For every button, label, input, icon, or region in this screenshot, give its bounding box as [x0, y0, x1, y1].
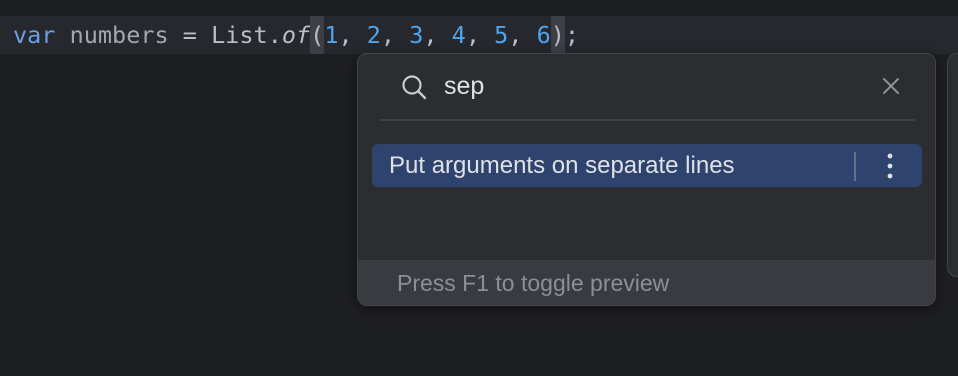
code-arg: 3 [409, 21, 424, 49]
close-icon[interactable] [880, 75, 902, 97]
code-arg-separator: , [465, 21, 495, 49]
action-search-input[interactable] [444, 68, 844, 104]
code-arg: 4 [451, 21, 466, 49]
code-method: of [281, 21, 311, 49]
code-open-paren: ( [310, 16, 325, 54]
code-close-paren: ) [550, 16, 565, 54]
action-label: Put arguments on separate lines [389, 152, 735, 179]
code-arg: 1 [324, 21, 339, 49]
search-icon [401, 74, 427, 100]
vertical-ellipsis-icon[interactable] [876, 151, 904, 181]
code-arg-separator: , [423, 21, 452, 49]
code-variable: numbers [69, 21, 169, 49]
code-text[interactable]: var numbers = List.of(1, 2, 3, 4, 5, 6); [13, 16, 579, 54]
code-editor[interactable]: var numbers = List.of(1, 2, 3, 4, 5, 6);… [0, 0, 958, 376]
code-arg: 5 [494, 21, 509, 49]
code-arg: 6 [536, 21, 551, 49]
search-divider [380, 119, 915, 121]
code-terminator: ; [564, 21, 580, 49]
code-assign: = [168, 21, 212, 49]
code-class-name: List. [211, 21, 282, 49]
popup-search-row [358, 54, 935, 118]
current-code-line[interactable]: var numbers = List.of(1, 2, 3, 4, 5, 6); [0, 16, 958, 54]
code-arg-separator: , [380, 21, 410, 49]
popup-footer: Press F1 to toggle preview [358, 260, 935, 305]
code-arg-separator: , [338, 21, 367, 49]
context-actions-popup: Put arguments on separate lines Press F1… [357, 53, 936, 306]
adjacent-panel-edge [947, 53, 958, 277]
action-put-arguments-separate-lines[interactable]: Put arguments on separate lines [372, 144, 922, 187]
action-separator [854, 152, 856, 181]
footer-hint: Press F1 to toggle preview [397, 270, 670, 296]
code-arg-separator: , [508, 21, 537, 49]
code-keyword: var [13, 21, 56, 49]
code-arg: 2 [366, 21, 381, 49]
